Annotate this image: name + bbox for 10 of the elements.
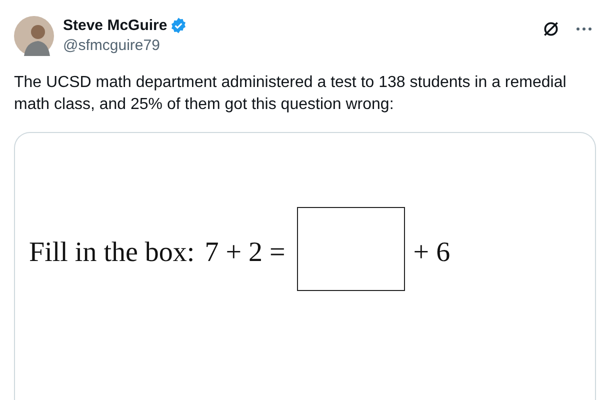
equation-left: 7 + 2 =	[204, 237, 286, 269]
media-card[interactable]: Fill in the box: 7 + 2 = + 6	[14, 132, 596, 400]
tweet-text: The UCSD math department administered a test to 138 students in a remedial math class, and 25% of them got this question wrong:	[14, 73, 568, 115]
avatar[interactable]	[14, 16, 54, 56]
more-icon[interactable]	[576, 27, 592, 31]
author-name[interactable]: Steve McGuire	[63, 17, 168, 34]
equation-right: + 6	[413, 237, 450, 269]
verified-badge-icon	[170, 17, 188, 34]
question-prompt: Fill in the box:	[29, 237, 195, 269]
author-handle[interactable]: @sfmcguire79	[63, 37, 533, 54]
